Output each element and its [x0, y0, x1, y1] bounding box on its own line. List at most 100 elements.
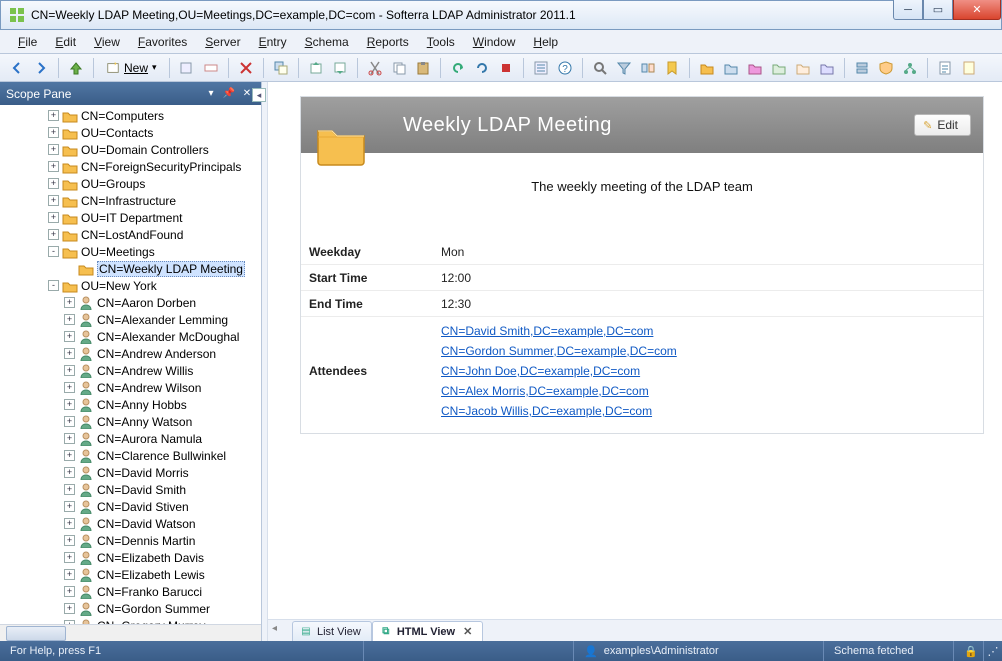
tree-item[interactable]: +CN=Alexander McDoughal — [0, 328, 261, 345]
find-button[interactable] — [589, 57, 611, 79]
import-button[interactable] — [329, 57, 351, 79]
tab-close-icon[interactable]: ✕ — [463, 625, 472, 638]
report-button[interactable] — [934, 57, 956, 79]
expander-icon[interactable]: + — [64, 552, 75, 563]
tree-item[interactable]: +CN=David Morris — [0, 464, 261, 481]
expander-icon[interactable]: + — [64, 348, 75, 359]
minimize-button[interactable]: ─ — [893, 0, 923, 20]
schema-button[interactable] — [899, 57, 921, 79]
resize-grip-icon[interactable]: ⋰ — [984, 645, 1002, 658]
menu-schema[interactable]: Schema — [297, 32, 357, 52]
tree-item[interactable]: +CN=Anny Hobbs — [0, 396, 261, 413]
new-button[interactable]: New ▾ — [100, 57, 163, 79]
expander-icon[interactable]: + — [64, 450, 75, 461]
security-button[interactable] — [875, 57, 897, 79]
collapse-arrow-icon[interactable]: ◂ — [252, 88, 266, 102]
expander-icon[interactable]: + — [48, 144, 59, 155]
copy-button[interactable] — [388, 57, 410, 79]
properties-button[interactable] — [530, 57, 552, 79]
compare-button[interactable] — [637, 57, 659, 79]
expander-icon[interactable]: + — [64, 603, 75, 614]
back-button[interactable] — [6, 57, 28, 79]
stop-button[interactable] — [495, 57, 517, 79]
help-button[interactable]: ? — [554, 57, 576, 79]
tab-html-view[interactable]: ⧉ HTML View ✕ — [372, 621, 484, 641]
folder4-button[interactable] — [768, 57, 790, 79]
forward-button[interactable] — [30, 57, 52, 79]
expander-icon[interactable]: - — [48, 246, 59, 257]
expander-icon[interactable]: + — [64, 501, 75, 512]
attendee-link[interactable]: CN=John Doe,DC=example,DC=com — [441, 361, 677, 381]
tree-item[interactable]: +CN=David Watson — [0, 515, 261, 532]
scope-tree[interactable]: +CN=Computers+OU=Contacts+OU=Domain Cont… — [0, 105, 261, 624]
copy-dn-button[interactable] — [270, 57, 292, 79]
expander-icon[interactable]: + — [64, 569, 75, 580]
tree-item[interactable]: -OU=Meetings — [0, 243, 261, 260]
tree-item[interactable]: +CN=Computers — [0, 107, 261, 124]
expander-icon[interactable]: + — [48, 212, 59, 223]
expander-icon[interactable]: + — [64, 331, 75, 342]
expander-icon[interactable]: + — [48, 195, 59, 206]
tree-item[interactable]: +CN=Andrew Anderson — [0, 345, 261, 362]
export-button[interactable] — [305, 57, 327, 79]
folder5-button[interactable] — [792, 57, 814, 79]
cut-button[interactable] — [364, 57, 386, 79]
expander-icon[interactable]: + — [48, 178, 59, 189]
expander-icon[interactable]: + — [48, 127, 59, 138]
tree-item[interactable]: +OU=Contacts — [0, 124, 261, 141]
menu-window[interactable]: Window — [465, 32, 524, 52]
expander-icon[interactable]: + — [64, 365, 75, 376]
expander-icon[interactable]: + — [64, 535, 75, 546]
attendee-link[interactable]: CN=Gordon Summer,DC=example,DC=com — [441, 341, 677, 361]
attendee-link[interactable]: CN=David Smith,DC=example,DC=com — [441, 321, 677, 341]
tree-item[interactable]: +CN=Elizabeth Lewis — [0, 566, 261, 583]
expander-icon[interactable]: + — [64, 586, 75, 597]
tree-item[interactable]: +CN=LostAndFound — [0, 226, 261, 243]
up-button[interactable] — [65, 57, 87, 79]
tree-item[interactable]: +CN=Clarence Bullwinkel — [0, 447, 261, 464]
folder6-button[interactable] — [816, 57, 838, 79]
tree-item[interactable]: +CN=David Smith — [0, 481, 261, 498]
tree-item[interactable]: +CN=Aaron Dorben — [0, 294, 261, 311]
menu-edit[interactable]: Edit — [47, 32, 84, 52]
edit-entry-button[interactable] — [176, 57, 198, 79]
splitter[interactable]: ◂ — [262, 82, 268, 641]
filter-button[interactable] — [613, 57, 635, 79]
menu-entry[interactable]: Entry — [251, 32, 295, 52]
expander-icon[interactable]: + — [64, 433, 75, 444]
tree-item[interactable]: +CN=Gregory Murrey — [0, 617, 261, 624]
expander-icon[interactable]: + — [48, 229, 59, 240]
folder1-button[interactable] — [696, 57, 718, 79]
tree-item[interactable]: +CN=Infrastructure — [0, 192, 261, 209]
edit-button[interactable]: ✎ Edit — [914, 114, 971, 136]
expander-icon[interactable]: + — [64, 297, 75, 308]
expander-icon[interactable]: - — [48, 280, 59, 291]
maximize-button[interactable]: ▭ — [923, 0, 953, 20]
script-button[interactable] — [958, 57, 980, 79]
undo-button[interactable] — [447, 57, 469, 79]
menu-reports[interactable]: Reports — [359, 32, 417, 52]
tree-item[interactable]: +CN=ForeignSecurityPrincipals — [0, 158, 261, 175]
server-button[interactable] — [851, 57, 873, 79]
bookmark-button[interactable] — [661, 57, 683, 79]
expander-icon[interactable]: + — [64, 484, 75, 495]
expander-icon[interactable]: + — [64, 399, 75, 410]
paste-button[interactable] — [412, 57, 434, 79]
scope-horizontal-scrollbar[interactable] — [0, 624, 261, 641]
menu-favorites[interactable]: Favorites — [130, 32, 195, 52]
tree-item[interactable]: +CN=Anny Watson — [0, 413, 261, 430]
tree-item[interactable]: +OU=Groups — [0, 175, 261, 192]
attendee-link[interactable]: CN=Alex Morris,DC=example,DC=com — [441, 381, 677, 401]
tree-item[interactable]: +OU=IT Department — [0, 209, 261, 226]
attendee-link[interactable]: CN=Jacob Willis,DC=example,DC=com — [441, 401, 677, 421]
menu-server[interactable]: Server — [197, 32, 248, 52]
close-button[interactable]: ✕ — [953, 0, 1001, 20]
tree-item[interactable]: +CN=Franko Barucci — [0, 583, 261, 600]
expander-icon[interactable]: + — [64, 518, 75, 529]
expander-icon[interactable]: + — [48, 110, 59, 121]
tree-item[interactable]: -OU=New York — [0, 277, 261, 294]
rename-button[interactable] — [200, 57, 222, 79]
expander-icon[interactable]: + — [64, 467, 75, 478]
tree-item[interactable]: +CN=Elizabeth Davis — [0, 549, 261, 566]
delete-button[interactable] — [235, 57, 257, 79]
